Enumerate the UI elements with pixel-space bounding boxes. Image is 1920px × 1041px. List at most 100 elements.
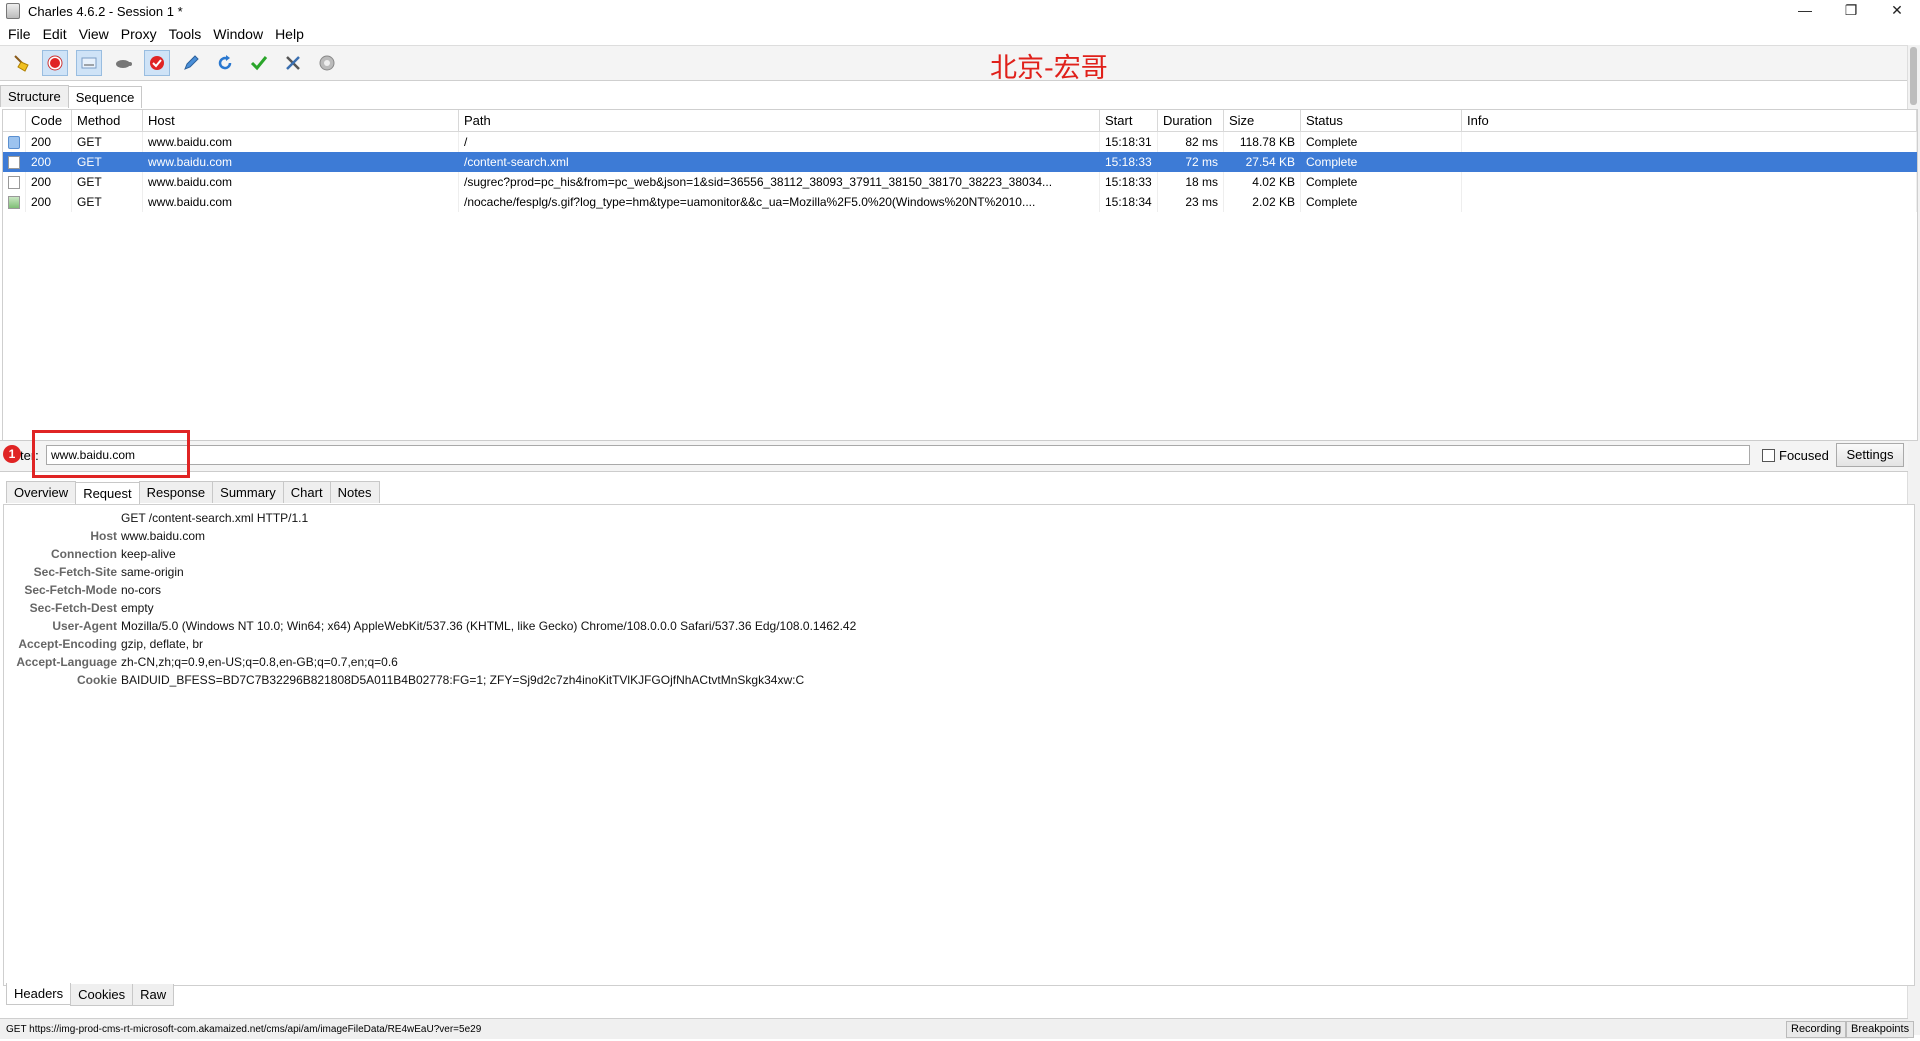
table-row-selected[interactable]: 200 GET www.baidu.com /content-search.xm… bbox=[3, 152, 1917, 172]
cell-host: www.baidu.com bbox=[142, 152, 459, 172]
xml-doc-icon bbox=[8, 156, 20, 170]
header-key: Accept-Encoding bbox=[18, 637, 117, 651]
tab-request[interactable]: Request bbox=[75, 482, 140, 504]
header-row: Accept-Language zh-CN,zh;q=0.9,en-US;q=0.… bbox=[4, 653, 1914, 671]
tab-sequence[interactable]: Sequence bbox=[67, 86, 143, 108]
tools-icon[interactable] bbox=[280, 50, 306, 76]
table-row[interactable]: 200 GET www.baidu.com /nocache/fesplg/s.… bbox=[3, 192, 1917, 212]
menu-tools[interactable]: Tools bbox=[163, 26, 208, 42]
annotation-highlight-box bbox=[32, 430, 190, 478]
menu-view[interactable]: View bbox=[73, 26, 115, 42]
watermark-text: 北京-宏哥 bbox=[990, 53, 1108, 84]
cell-start: 15:18:33 bbox=[1099, 172, 1158, 192]
column-header-size[interactable]: Size bbox=[1223, 110, 1301, 132]
sequence-table: Code Method Host Path Start Duration Siz… bbox=[2, 109, 1918, 441]
request-line-row: GET /content-search.xml HTTP/1.1 bbox=[4, 509, 1914, 527]
header-value: gzip, deflate, br bbox=[121, 637, 204, 651]
cell-size: 2.02 KB bbox=[1223, 192, 1301, 212]
menu-file[interactable]: File bbox=[0, 26, 37, 42]
tab-cookies[interactable]: Cookies bbox=[70, 984, 134, 1006]
request-line: GET /content-search.xml HTTP/1.1 bbox=[121, 511, 309, 525]
tab-response[interactable]: Response bbox=[138, 481, 214, 503]
minimize-button[interactable]: — bbox=[1782, 0, 1828, 22]
toolbar bbox=[0, 45, 1908, 81]
menu-edit[interactable]: Edit bbox=[37, 26, 73, 42]
tab-structure[interactable]: Structure bbox=[0, 85, 69, 107]
cell-host: www.baidu.com bbox=[142, 131, 459, 152]
annotation-badge: 1 bbox=[3, 445, 21, 463]
menu-proxy[interactable]: Proxy bbox=[115, 26, 163, 42]
record-icon[interactable] bbox=[42, 50, 68, 76]
throttle-icon[interactable] bbox=[76, 50, 102, 76]
cell-host: www.baidu.com bbox=[142, 172, 459, 192]
broom-icon[interactable] bbox=[8, 50, 34, 76]
header-value: Mozilla/5.0 (Windows NT 10.0; Win64; x64… bbox=[121, 619, 857, 633]
column-header-duration[interactable]: Duration bbox=[1157, 110, 1224, 132]
scrollbar-thumb[interactable] bbox=[1910, 47, 1917, 105]
menu-window[interactable]: Window bbox=[207, 26, 269, 42]
tab-raw[interactable]: Raw bbox=[132, 984, 175, 1006]
cell-info bbox=[1461, 131, 1917, 152]
request-view-tabs: Headers Cookies Raw bbox=[6, 983, 175, 1006]
cell-info bbox=[1461, 172, 1917, 192]
header-value: no-cors bbox=[121, 583, 162, 597]
cell-duration: 72 ms bbox=[1157, 152, 1224, 172]
column-header-path[interactable]: Path bbox=[458, 110, 1100, 132]
cell-start: 15:18:34 bbox=[1099, 192, 1158, 212]
table-row[interactable]: 200 GET www.baidu.com /sugrec?prod=pc_hi… bbox=[3, 172, 1917, 192]
column-header-code[interactable]: Code bbox=[25, 110, 72, 132]
tab-notes[interactable]: Notes bbox=[329, 481, 380, 503]
cell-method: GET bbox=[71, 192, 143, 212]
tab-summary[interactable]: Summary bbox=[212, 481, 284, 503]
header-value: BAIDUID_BFESS=BD7C7B32296B821808D5A011B4… bbox=[121, 673, 805, 687]
settings-gear-icon[interactable] bbox=[314, 50, 340, 76]
header-value: zh-CN,zh;q=0.9,en-US;q=0.8,en-GB;q=0.7,e… bbox=[121, 655, 398, 669]
tab-chart[interactable]: Chart bbox=[282, 481, 331, 503]
filter-input[interactable] bbox=[46, 445, 1750, 465]
focused-checkbox-group[interactable]: Focused bbox=[1762, 448, 1829, 463]
pen-icon[interactable] bbox=[178, 50, 204, 76]
column-header-info[interactable]: Info bbox=[1461, 110, 1917, 132]
column-header-status[interactable]: Status bbox=[1300, 110, 1462, 132]
focused-checkbox[interactable] bbox=[1762, 449, 1775, 462]
column-header-host[interactable]: Host bbox=[142, 110, 459, 132]
cell-path: /sugrec?prod=pc_his&from=pc_web&json=1&s… bbox=[458, 172, 1100, 192]
window-title: Charles 4.6.2 - Session 1 * bbox=[28, 3, 183, 19]
request-headers-panel: GET /content-search.xml HTTP/1.1 Host www… bbox=[3, 504, 1915, 986]
table-row[interactable]: 200 GET www.baidu.com / 15:18:31 82 ms 1… bbox=[3, 131, 1917, 152]
image-doc-icon bbox=[8, 196, 20, 210]
check-icon[interactable] bbox=[246, 50, 272, 76]
cell-code: 200 bbox=[25, 152, 72, 172]
cell-path: /nocache/fesplg/s.gif?log_type=hm&type=u… bbox=[458, 192, 1100, 212]
tab-headers[interactable]: Headers bbox=[6, 983, 72, 1005]
cell-start: 15:18:31 bbox=[1099, 131, 1158, 152]
header-value: same-origin bbox=[121, 565, 184, 579]
filter-bar: ter: bbox=[0, 440, 1908, 472]
column-header-method[interactable]: Method bbox=[71, 110, 143, 132]
column-header-start[interactable]: Start bbox=[1099, 110, 1158, 132]
settings-button[interactable]: Settings bbox=[1836, 443, 1904, 467]
row-type-icon bbox=[3, 131, 26, 152]
menu-help[interactable]: Help bbox=[269, 26, 310, 42]
cell-duration: 23 ms bbox=[1157, 192, 1224, 212]
icon-column-header[interactable] bbox=[3, 110, 26, 132]
header-row: Sec-Fetch-Dest empty bbox=[4, 599, 1914, 617]
cell-status: Complete bbox=[1300, 152, 1462, 172]
refresh-icon[interactable] bbox=[212, 50, 238, 76]
header-key: Sec-Fetch-Dest bbox=[29, 601, 117, 615]
status-bar: GET https://img-prod-cms-rt-microsoft-co… bbox=[0, 1018, 1915, 1039]
focused-label: Focused bbox=[1779, 448, 1829, 463]
maximize-button[interactable]: ❐ bbox=[1828, 0, 1874, 22]
view-tabs: Structure Sequence bbox=[0, 85, 143, 108]
text-doc-icon bbox=[8, 176, 20, 190]
tab-overview[interactable]: Overview bbox=[6, 481, 77, 503]
breakpoint-icon[interactable] bbox=[144, 50, 170, 76]
cell-path: /content-search.xml bbox=[458, 152, 1100, 172]
status-message: GET https://img-prod-cms-rt-microsoft-co… bbox=[6, 1024, 482, 1035]
recording-button[interactable]: Recording bbox=[1786, 1021, 1847, 1038]
menu-bar: File Edit View Proxy Tools Window Help bbox=[0, 23, 1920, 44]
turtle-icon[interactable] bbox=[110, 50, 136, 76]
close-button[interactable]: ✕ bbox=[1874, 0, 1920, 22]
header-row: Sec-Fetch-Mode no-cors bbox=[4, 581, 1914, 599]
breakpoints-button[interactable]: Breakpoints bbox=[1846, 1021, 1915, 1038]
